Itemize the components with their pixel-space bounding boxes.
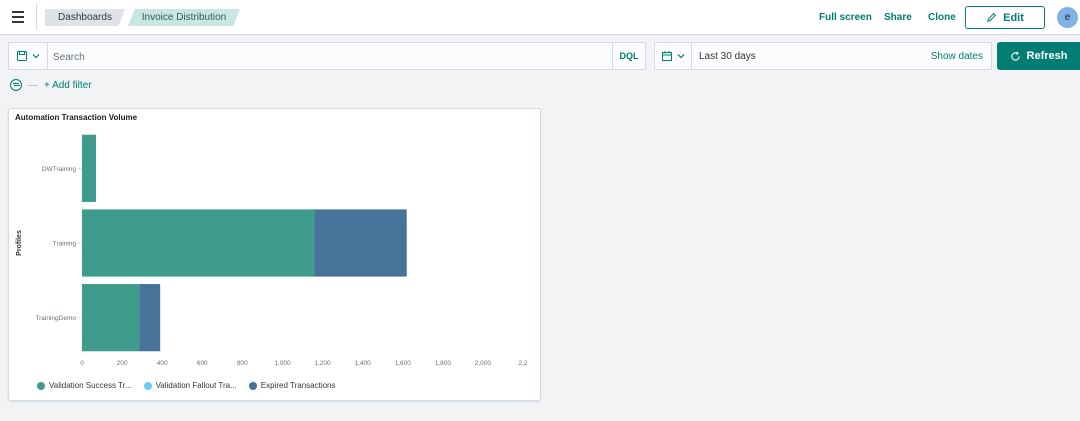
x-tick-label: 200 xyxy=(117,360,128,367)
chart-legend: Validation Success Tr... Validation Fallo… xyxy=(37,381,336,390)
legend-item[interactable]: Validation Success Tr... xyxy=(37,381,132,390)
legend-label: Validation Fallout Tra... xyxy=(155,381,237,390)
breadcrumb-dashboards[interactable]: Dashboards xyxy=(45,9,125,26)
bar-segment xyxy=(82,284,140,352)
share-link[interactable]: Share xyxy=(884,12,912,23)
visualization-panel: Automation Transaction Volume Profiles DW… xyxy=(8,108,541,401)
filter-bar: + Add filter xyxy=(10,78,92,92)
show-dates-link[interactable]: Show dates xyxy=(931,51,983,62)
query-language-button[interactable]: DQL xyxy=(612,43,645,69)
x-tick-label: 0 xyxy=(80,360,84,367)
breadcrumb-invoice-distribution: Invoice Distribution xyxy=(128,9,240,26)
saved-query-button[interactable] xyxy=(9,43,48,69)
x-tick-label: 1,000 xyxy=(274,360,291,367)
save-icon xyxy=(17,51,27,61)
top-header: Dashboards Invoice Distribution Full scr… xyxy=(0,0,1080,35)
full-screen-link[interactable]: Full screen xyxy=(819,12,872,23)
legend-swatch xyxy=(248,381,257,390)
calendar-icon xyxy=(662,51,672,61)
bar-segment xyxy=(139,284,161,352)
x-tick-label: 2,000 xyxy=(475,360,492,367)
x-tick-label: 1,400 xyxy=(354,360,371,367)
x-tick-label: 1,800 xyxy=(435,360,452,367)
query-bar: DQL xyxy=(8,42,646,70)
edit-button[interactable]: Edit xyxy=(965,6,1045,29)
legend-item[interactable]: Expired Transactions xyxy=(248,381,336,390)
legend-item[interactable]: Validation Fallout Tra... xyxy=(143,381,237,390)
menu-icon[interactable] xyxy=(8,8,28,26)
bar-segment xyxy=(82,134,97,202)
refresh-button-label: Refresh xyxy=(1026,50,1068,62)
bar-segment xyxy=(314,209,407,277)
x-tick-label: 1,600 xyxy=(395,360,412,367)
y-tick-label: Training xyxy=(53,241,77,248)
user-avatar[interactable]: e xyxy=(1057,7,1078,28)
filter-separator xyxy=(28,84,38,86)
pencil-icon xyxy=(987,12,997,22)
header-divider xyxy=(36,4,37,30)
bar-segment xyxy=(82,209,315,277)
y-axis-label: Profiles xyxy=(16,230,23,256)
x-tick-label: 600 xyxy=(197,360,208,367)
refresh-icon xyxy=(1010,51,1020,61)
filter-icon[interactable] xyxy=(10,79,22,91)
x-tick-label: 800 xyxy=(237,360,248,367)
legend-label: Validation Success Tr... xyxy=(49,381,132,390)
date-range-label[interactable]: Last 30 days xyxy=(699,51,756,62)
x-tick-label: 2,2 xyxy=(518,360,527,367)
legend-label: Expired Transactions xyxy=(260,381,336,390)
chevron-down-icon xyxy=(32,54,40,59)
x-tick-label: 1,200 xyxy=(314,360,331,367)
legend-swatch xyxy=(37,381,45,390)
x-tick-label: 400 xyxy=(157,360,168,367)
bar-chart: Profiles DWTraining Training TrainingDemo 0 2… xyxy=(16,131,528,367)
chevron-down-icon xyxy=(677,54,685,59)
add-filter-button[interactable]: + Add filter xyxy=(44,80,92,91)
y-tick-label: DWTraining xyxy=(42,166,76,173)
edit-button-label: Edit xyxy=(1003,11,1024,24)
legend-swatch xyxy=(143,381,152,390)
search-input[interactable] xyxy=(51,47,615,67)
quick-menu-button[interactable] xyxy=(655,43,692,69)
y-tick-label: TrainingDemo xyxy=(35,315,76,322)
refresh-button[interactable]: Refresh xyxy=(997,42,1080,70)
clone-link[interactable]: Clone xyxy=(928,12,956,23)
date-picker: Last 30 days Show dates xyxy=(654,42,992,70)
